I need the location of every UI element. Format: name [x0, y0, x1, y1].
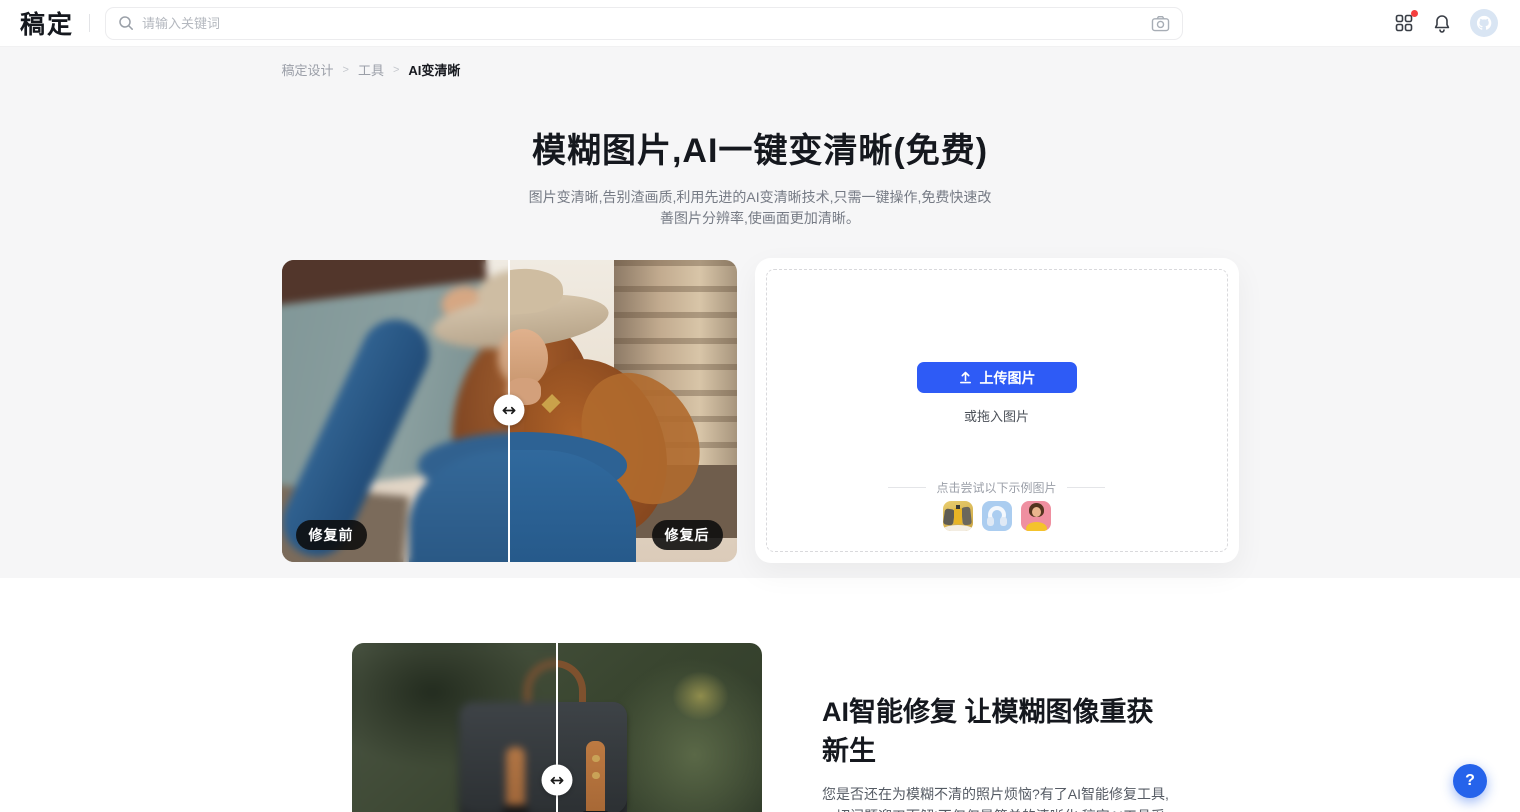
- image-search-camera-icon[interactable]: [1151, 15, 1170, 32]
- breadcrumb-tools[interactable]: 工具: [358, 60, 384, 79]
- header-right-group: [1394, 9, 1498, 37]
- ai-repair-description: 您是否还在为模糊不清的照片烦恼?有了AI智能修复工具,一切问题迎刃而解!不仅仅是…: [822, 783, 1178, 812]
- examples-hint: 点击尝试以下示例图片: [936, 479, 1056, 496]
- upload-icon: [958, 370, 973, 385]
- blurred-before-half: [352, 643, 557, 812]
- compare-slider-handle[interactable]: [542, 765, 573, 796]
- left-right-arrow-icon: [550, 774, 565, 786]
- example-thumb-product-bottle[interactable]: [943, 501, 973, 531]
- help-button-label: ?: [1465, 772, 1475, 790]
- apps-grid-icon[interactable]: [1394, 13, 1414, 33]
- ai-repair-heading: AI智能修复 让模糊图像重获新生: [822, 690, 1178, 768]
- breadcrumb-home[interactable]: 稿定设计: [282, 60, 334, 79]
- before-after-backpack-image: [352, 643, 762, 812]
- before-label: 修复前: [296, 520, 367, 550]
- upload-card: 上传图片 或拖入图片 点击尝试以下示例图片: [755, 258, 1239, 563]
- search-bar: [105, 7, 1183, 40]
- logo-separator: [89, 14, 90, 32]
- blurred-before-half: [282, 260, 510, 562]
- breadcrumb: 稿定设计 > 工具 > AI变清晰: [282, 47, 1239, 79]
- left-right-arrow-icon: [502, 404, 517, 416]
- hint-line-right: [1067, 487, 1105, 488]
- logo[interactable]: 稿定: [20, 5, 74, 41]
- ai-repair-text-block: AI智能修复 让模糊图像重获新生 您是否还在为模糊不清的照片烦恼?有了AI智能修…: [822, 643, 1178, 812]
- example-thumb-headphones[interactable]: [982, 501, 1012, 531]
- hero-section: 稿定设计 > 工具 > AI变清晰 模糊图片,AI一键变清晰(免费) 图片变清晰…: [0, 47, 1520, 578]
- search-input[interactable]: [142, 16, 1151, 31]
- user-avatar[interactable]: [1470, 9, 1498, 37]
- after-label: 修复后: [652, 520, 723, 550]
- upload-button-label: 上传图片: [980, 368, 1036, 388]
- example-thumb-portrait[interactable]: [1021, 501, 1051, 531]
- breadcrumb-separator: >: [393, 64, 399, 76]
- hint-line-left: [888, 487, 926, 488]
- upload-button[interactable]: 上传图片: [917, 362, 1077, 393]
- page-title: 模糊图片,AI一键变清晰(免费): [282, 123, 1239, 172]
- before-after-portrait-image: 修复前 修复后: [282, 260, 737, 562]
- bell-icon[interactable]: [1432, 13, 1452, 33]
- notification-dot: [1411, 10, 1418, 17]
- top-header: 稿定: [0, 0, 1520, 47]
- search-icon: [118, 15, 134, 31]
- help-button[interactable]: ?: [1453, 764, 1487, 798]
- ai-repair-section: AI智能修复 让模糊图像重获新生 您是否还在为模糊不清的照片烦恼?有了AI智能修…: [0, 578, 1520, 812]
- breadcrumb-current: AI变清晰: [408, 60, 460, 79]
- compare-slider-handle[interactable]: [494, 395, 525, 426]
- drag-hint: 或拖入图片: [964, 406, 1029, 425]
- upload-dropzone[interactable]: 上传图片 或拖入图片 点击尝试以下示例图片: [766, 269, 1228, 552]
- page-subtitle: 图片变清晰,告别渣画质,利用先进的AI变清晰技术,只需一键操作,免费快速改善图片…: [525, 187, 995, 229]
- breadcrumb-separator: >: [343, 64, 349, 76]
